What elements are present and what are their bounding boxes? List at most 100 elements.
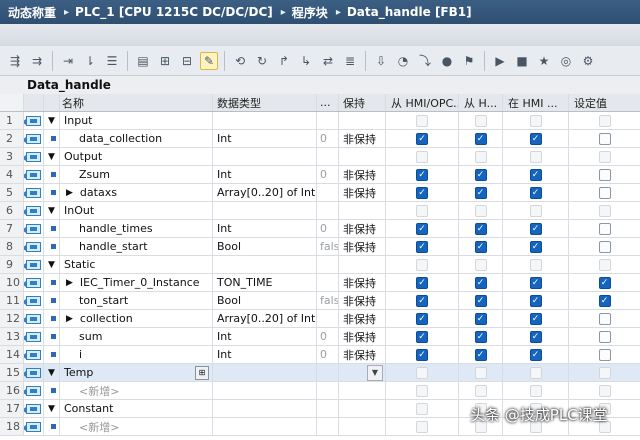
- expand-cell[interactable]: ▼: [44, 112, 60, 129]
- data-type[interactable]: Int: [213, 220, 317, 237]
- accessible-from-hmi-checkbox[interactable]: ✓: [416, 294, 428, 307]
- variable-name[interactable]: <新增>: [60, 382, 213, 399]
- variable-name[interactable]: ▶ collection: [60, 310, 213, 327]
- table-row[interactable]: 1 ▼ Input: [0, 112, 640, 130]
- expand-cell[interactable]: ▼: [44, 256, 60, 273]
- visible-in-hmi-checkbox[interactable]: ✓: [529, 168, 542, 181]
- data-type[interactable]: [213, 202, 317, 219]
- retain-setting[interactable]: [339, 148, 386, 165]
- default-value[interactable]: 0: [317, 166, 339, 183]
- collapse-icon[interactable]: ⊟: [178, 52, 196, 70]
- visible-in-hmi-checkbox[interactable]: ✓: [529, 312, 542, 325]
- add-row-icon[interactable]: ⇉: [28, 52, 46, 70]
- table-row[interactable]: 14 i Int 0 非保持 ✓ ✓ ✓: [0, 346, 640, 364]
- setpoint-checkbox[interactable]: [598, 132, 611, 145]
- setpoint-checkbox[interactable]: [598, 168, 611, 181]
- visible-in-hmi-checkbox[interactable]: ✓: [529, 276, 542, 289]
- visible-in-hmi-checkbox[interactable]: ✓: [529, 330, 542, 343]
- data-type[interactable]: Array[0..20] of Int: [213, 310, 317, 327]
- variable-name[interactable]: Output: [60, 148, 213, 165]
- default-value[interactable]: [317, 364, 339, 381]
- header-name[interactable]: 名称: [60, 94, 213, 111]
- writable-from-hmi-checkbox[interactable]: ✓: [474, 186, 487, 199]
- accessible-from-hmi-checkbox[interactable]: ✓: [416, 330, 428, 343]
- move-icon[interactable]: ⇥: [59, 52, 77, 70]
- default-value[interactable]: 0: [317, 346, 339, 363]
- table-row[interactable]: 10 ▶ IEC_Timer_0_Instance TON_TIME 非保持 ✓ ✓ ✓ ✓: [0, 274, 640, 292]
- header-default-value[interactable]: ...: [317, 94, 339, 111]
- expand-cell[interactable]: ▼: [44, 202, 60, 219]
- expand-struct-icon[interactable]: ▶: [66, 314, 73, 324]
- writable-from-hmi-checkbox[interactable]: ✓: [474, 222, 487, 235]
- default-value[interactable]: 0: [317, 328, 339, 345]
- expand-toggle-icon[interactable]: ▼: [48, 404, 55, 414]
- table-row[interactable]: 4 Zsum Int 0 非保持 ✓ ✓ ✓: [0, 166, 640, 184]
- accessible-from-hmi-checkbox[interactable]: ✓: [416, 240, 428, 253]
- writable-from-hmi-checkbox[interactable]: ✓: [474, 240, 487, 253]
- header-visible-in-hmi[interactable]: 在 HMI ...: [503, 94, 569, 111]
- network-icon[interactable]: ⟲: [231, 52, 249, 70]
- details-button-icon[interactable]: ⊞: [195, 365, 209, 380]
- variable-name[interactable]: Temp ⊞: [60, 364, 213, 381]
- visible-in-hmi-checkbox[interactable]: ✓: [529, 222, 542, 235]
- setpoint-checkbox[interactable]: ✓: [598, 276, 611, 289]
- retain-setting[interactable]: 非保持: [339, 220, 386, 237]
- retain-setting[interactable]: 非保持: [339, 274, 386, 291]
- visible-in-hmi-checkbox[interactable]: ✓: [529, 186, 542, 199]
- retain-setting[interactable]: 非保持: [339, 184, 386, 201]
- table-row[interactable]: 7 handle_times Int 0 非保持 ✓ ✓ ✓: [0, 220, 640, 238]
- retain-setting[interactable]: 非保持: [339, 346, 386, 363]
- setpoint-checkbox[interactable]: [598, 240, 611, 253]
- variable-name[interactable]: i: [60, 346, 213, 363]
- variable-name[interactable]: Zsum: [60, 166, 213, 183]
- table-row[interactable]: 2 data_collection Int 0 非保持 ✓ ✓ ✓: [0, 130, 640, 148]
- visible-in-hmi-checkbox[interactable]: ✓: [529, 132, 542, 145]
- data-type[interactable]: [213, 256, 317, 273]
- branch-icon[interactable]: ↻: [253, 52, 271, 70]
- data-type[interactable]: Bool: [213, 238, 317, 255]
- header-accessible-from-hmi[interactable]: 从 HMI/OPC...: [386, 94, 459, 111]
- writable-from-hmi-checkbox[interactable]: ✓: [474, 330, 487, 343]
- favorite-icon[interactable]: ★: [535, 52, 553, 70]
- data-type[interactable]: TON_TIME: [213, 274, 317, 291]
- data-type[interactable]: Int: [213, 130, 317, 147]
- breadcrumb-project[interactable]: 动态称重: [0, 4, 56, 21]
- accessible-from-hmi-checkbox[interactable]: ✓: [416, 132, 428, 145]
- retain-setting[interactable]: [339, 202, 386, 219]
- setpoint-checkbox[interactable]: [598, 330, 611, 343]
- header-data-type[interactable]: 数据类型: [213, 94, 317, 111]
- header-writable-from-hmi[interactable]: 从 H...: [459, 94, 503, 111]
- open-branch-icon[interactable]: ↱: [275, 52, 293, 70]
- default-value[interactable]: [317, 418, 339, 435]
- expand-toggle-icon[interactable]: ▼: [48, 116, 55, 126]
- retain-setting[interactable]: 非保持: [339, 130, 386, 147]
- default-value[interactable]: [317, 202, 339, 219]
- dropdown-arrow-icon[interactable]: ▼: [367, 364, 383, 381]
- default-value[interactable]: [317, 184, 339, 201]
- retain-setting[interactable]: 非保持: [339, 328, 386, 345]
- accessible-from-hmi-checkbox[interactable]: ✓: [416, 276, 428, 289]
- variable-name[interactable]: Constant: [60, 400, 213, 417]
- setpoint-checkbox[interactable]: [598, 348, 611, 361]
- variable-name[interactable]: handle_times: [60, 220, 213, 237]
- expand-struct-icon[interactable]: ▶: [66, 188, 73, 198]
- header-setpoint[interactable]: 设定值: [569, 94, 640, 111]
- data-type[interactable]: [213, 418, 317, 435]
- add-new-placeholder[interactable]: <新增>: [62, 419, 119, 435]
- setpoint-checkbox[interactable]: [598, 186, 611, 199]
- step-icon[interactable]: ⤵: [416, 52, 434, 70]
- data-type[interactable]: [213, 364, 317, 381]
- retain-setting[interactable]: [339, 400, 386, 417]
- stop-icon[interactable]: ■: [513, 52, 531, 70]
- variable-name[interactable]: Input: [60, 112, 213, 129]
- variable-name[interactable]: ▶ dataxs: [60, 184, 213, 201]
- variable-name[interactable]: <新增>: [60, 418, 213, 435]
- expand-toggle-icon[interactable]: ▼: [48, 152, 55, 162]
- download-icon[interactable]: ⇩: [372, 52, 390, 70]
- writable-from-hmi-checkbox[interactable]: ✓: [474, 294, 487, 307]
- retain-setting[interactable]: [339, 418, 386, 435]
- writable-from-hmi-checkbox[interactable]: ✓: [474, 168, 487, 181]
- table-row[interactable]: 8 handle_start Bool fals 非保持 ✓ ✓ ✓: [0, 238, 640, 256]
- data-type[interactable]: Int: [213, 328, 317, 345]
- expand-toggle-icon[interactable]: ▼: [48, 206, 55, 216]
